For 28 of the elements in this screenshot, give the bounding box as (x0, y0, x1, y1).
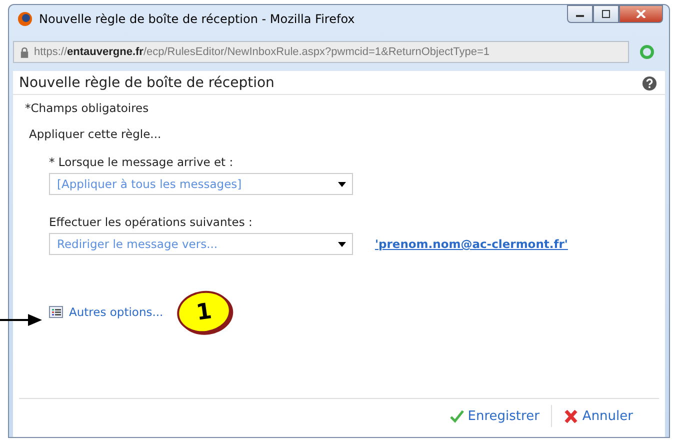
caret-icon (338, 242, 346, 246)
dropdown[interactable]: [Appliquer à tous les messages] (49, 173, 353, 195)
field-label: Effectuer les opérations suivantes : (49, 215, 252, 229)
list-icon (49, 306, 63, 318)
cross-icon (564, 410, 578, 422)
window-title: Nouvelle règle de boîte de réception - Mozilla Firefox (39, 12, 356, 26)
required-note: *Champs obligatoires (25, 101, 149, 115)
checkmark-icon (450, 410, 464, 422)
maximize-button[interactable] (593, 5, 619, 23)
section-label: Appliquer cette règle... (29, 127, 162, 141)
close-button[interactable] (619, 5, 663, 23)
email-link[interactable]: 'prenom.nom@ac-clermont.fr' (375, 237, 568, 251)
maximize-icon (601, 10, 611, 18)
save-button[interactable]: Enregistrer (448, 406, 542, 426)
browser-logo-icon (17, 11, 33, 27)
address-bar[interactable]: https://entauvergne.fr/ecp/RulesEditor/NewInboxRule.aspx?pwmcid=1&ReturnObjectType=1 (13, 41, 629, 63)
lock-icon (20, 46, 29, 58)
caret-icon (338, 182, 346, 186)
cancel-button[interactable]: Annuler (562, 406, 635, 426)
help-icon[interactable] (642, 76, 657, 90)
dialog-title: Nouvelle règle de boîte de réception (19, 75, 274, 91)
more-options-link[interactable]: Autres options... (49, 305, 164, 319)
url-text: https://entauvergne.fr/ecp/RulesEditor/NewInboxRule.aspx?pwmcid=1&ReturnObjectType=1 (34, 46, 490, 58)
field-label: * Lorsque le message arrive et : (49, 155, 234, 169)
dropdown[interactable]: Rediriger le message vers... (49, 233, 353, 255)
minimize-button[interactable] (567, 5, 593, 23)
close-icon (636, 10, 646, 18)
pointer-arrow (0, 313, 42, 327)
